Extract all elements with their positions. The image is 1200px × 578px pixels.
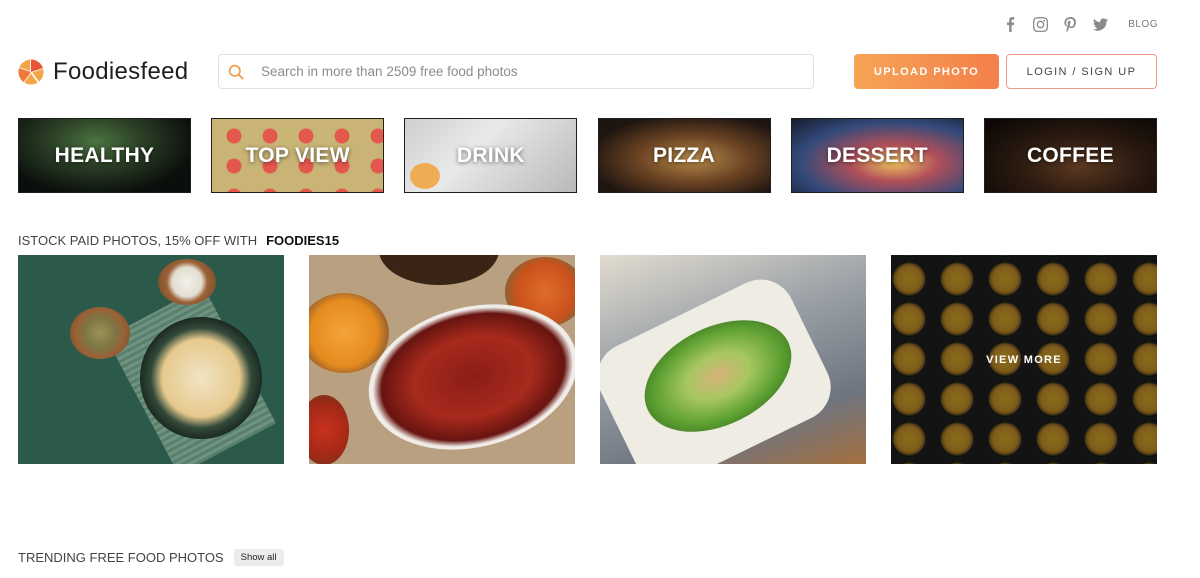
photo-detail <box>379 255 499 285</box>
logo-text: Foodiesfeed <box>53 58 189 85</box>
show-all-button[interactable]: Show all <box>233 549 284 566</box>
istock-heading: ISTOCK PAID PHOTOS, 15% OFF WITH FOODIES… <box>18 233 339 248</box>
twitter-icon[interactable] <box>1092 16 1108 32</box>
istock-photos: VIEW MORE <box>18 255 1157 464</box>
facebook-icon[interactable] <box>1002 16 1018 32</box>
pinterest-icon[interactable] <box>1062 16 1078 32</box>
photo-detail <box>70 307 130 359</box>
category-tiles: HEALTHY TOP VIEW DRINK PIZZA DESSERT COF… <box>18 118 1157 193</box>
site-logo[interactable]: Foodiesfeed <box>18 58 188 86</box>
category-label: HEALTHY <box>54 143 155 167</box>
upload-photo-button[interactable]: UPLOAD PHOTO <box>854 54 999 89</box>
istock-heading-text: ISTOCK PAID PHOTOS, 15% OFF WITH <box>18 233 258 248</box>
search-input[interactable] <box>261 64 781 79</box>
photo-detail <box>158 259 216 305</box>
istock-photo-salad[interactable] <box>600 255 866 464</box>
logo-icon <box>18 59 44 85</box>
search-icon <box>227 63 245 81</box>
istock-photo-pasta[interactable] <box>18 255 284 464</box>
photo-detail <box>309 395 349 464</box>
category-coffee[interactable]: COFFEE <box>983 118 1157 193</box>
category-pizza[interactable]: PIZZA <box>597 118 771 193</box>
category-healthy[interactable]: HEALTHY <box>18 118 191 193</box>
category-label: TOP VIEW <box>245 143 350 167</box>
istock-photo-view-more[interactable]: VIEW MORE <box>891 255 1157 464</box>
search-bar[interactable] <box>218 54 814 89</box>
category-top-view[interactable]: TOP VIEW <box>211 118 385 193</box>
category-label: DESSERT <box>826 143 928 167</box>
social-links: BLOG <box>1002 14 1158 34</box>
promo-code: FOODIES15 <box>266 233 340 248</box>
trending-section-header: TRENDING FREE FOOD PHOTOS Show all <box>18 549 284 566</box>
photo-detail <box>140 317 262 439</box>
category-drink[interactable]: DRINK <box>404 118 578 193</box>
category-label: DRINK <box>456 143 525 167</box>
blog-link[interactable]: BLOG <box>1128 19 1158 30</box>
trending-title: TRENDING FREE FOOD PHOTOS <box>18 550 224 565</box>
istock-photo-chili[interactable] <box>309 255 575 464</box>
category-dessert[interactable]: DESSERT <box>790 118 964 193</box>
category-label: PIZZA <box>652 143 716 167</box>
view-more-label: VIEW MORE <box>986 353 1062 366</box>
instagram-icon[interactable] <box>1032 16 1048 32</box>
category-label: COFFEE <box>1026 143 1114 167</box>
login-signup-button[interactable]: LOGIN / SIGN UP <box>1006 54 1157 89</box>
